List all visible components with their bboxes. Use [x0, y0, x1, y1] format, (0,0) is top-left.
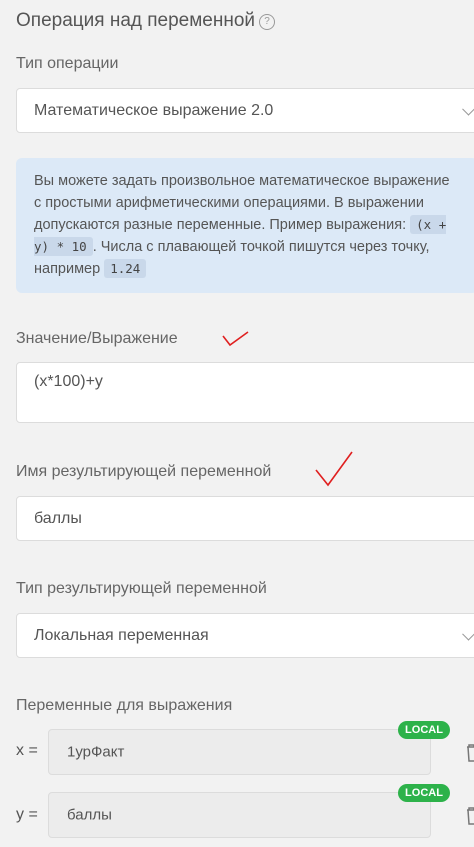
expression-value: (x*100)+y [34, 373, 103, 390]
info-box: Вы можете задать произвольное математиче… [16, 158, 474, 293]
variable-x-name: x = [16, 742, 38, 759]
expression-input[interactable]: (x*100)+y [16, 362, 474, 423]
result-type-select[interactable]: Локальная переменная [16, 613, 474, 658]
variable-x-local-badge: LOCAL [398, 721, 450, 739]
info-code-float: 1.24 [104, 259, 147, 278]
trash-icon[interactable] [466, 744, 474, 762]
expression-label: Значение/Выражение [16, 330, 178, 347]
page-title-text: Операция над переменной [16, 10, 256, 31]
result-name-value: баллы [34, 509, 82, 527]
operation-type-label: Тип операции [16, 55, 119, 72]
result-type-label: Тип результирующей переменной [16, 580, 267, 597]
variable-y-value: баллы [67, 806, 112, 824]
variable-y-name: y = [16, 806, 38, 823]
variable-x-value: 1урФакт [67, 743, 125, 761]
checkmark-annotation-1 [222, 331, 249, 347]
variables-label: Переменные для выражения [16, 697, 233, 714]
variable-x-input[interactable]: 1урФакт [48, 729, 431, 775]
variable-y-local-badge: LOCAL [398, 784, 450, 802]
checkmark-annotation-2 [315, 451, 353, 487]
operation-type-select[interactable]: Математическое выражение 2.0 [16, 88, 474, 133]
info-text-1: Вы можете задать произвольное математиче… [34, 173, 450, 233]
operation-type-value: Математическое выражение 2.0 [34, 101, 274, 119]
help-icon[interactable]: ? [259, 14, 276, 30]
variable-y-input[interactable]: баллы [48, 792, 431, 838]
result-type-value: Локальная переменная [34, 626, 209, 644]
chevron-down-icon [462, 627, 474, 641]
result-name-input[interactable]: баллы [16, 496, 474, 541]
result-name-label: Имя результирующей переменной [16, 463, 272, 480]
trash-icon[interactable] [466, 807, 474, 825]
info-text-2: . Числа с плавающей точкой пишутся через… [34, 239, 430, 277]
chevron-down-icon [462, 102, 474, 116]
page-title: Операция над переменной? [16, 10, 276, 32]
